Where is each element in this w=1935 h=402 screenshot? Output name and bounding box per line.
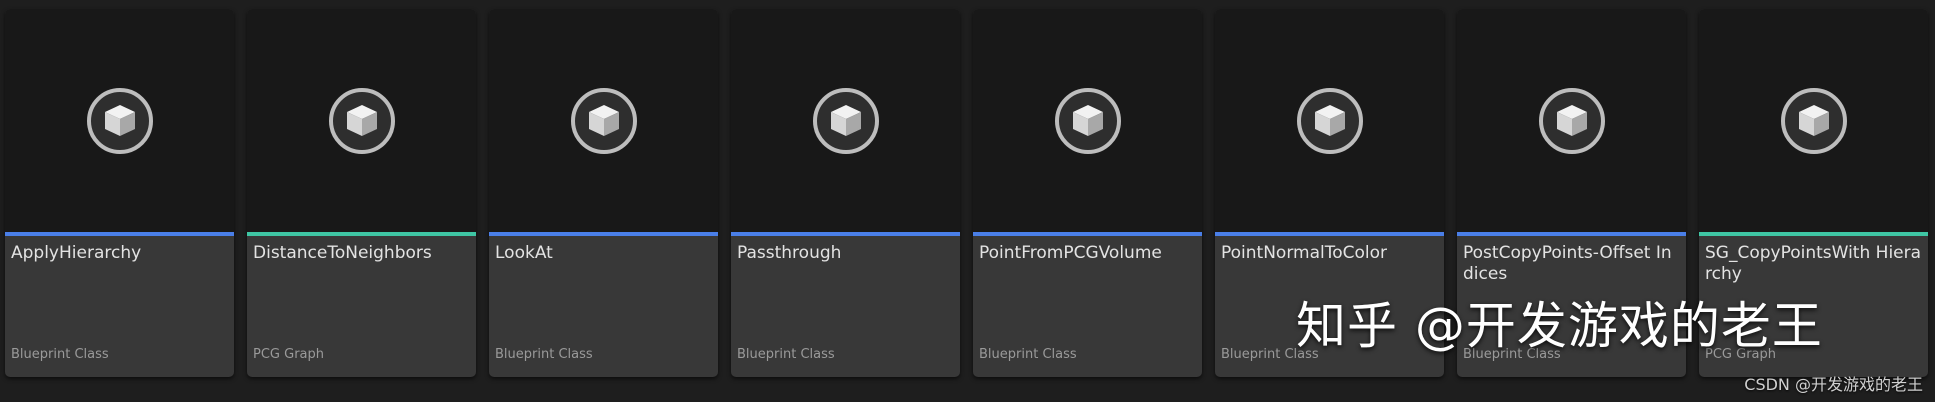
asset-thumbnail xyxy=(489,9,718,232)
asset-thumbnail xyxy=(1457,9,1686,232)
asset-tile[interactable]: DistanceToNeighbors PCG Graph xyxy=(247,9,476,377)
asset-name: PointNormalToColor xyxy=(1221,243,1387,263)
asset-name: DistanceToNeighbors xyxy=(253,243,432,263)
asset-tile[interactable]: ApplyHierarchy Blueprint Class xyxy=(5,9,234,377)
cube-icon xyxy=(570,87,637,154)
asset-name: LookAt xyxy=(495,243,553,263)
asset-name: SG_CopyPointsWith Hierarchy xyxy=(1705,243,1922,284)
cube-icon xyxy=(1296,87,1363,154)
asset-tile[interactable]: PointFromPCGVolume Blueprint Class xyxy=(973,9,1202,377)
asset-info: PointFromPCGVolume Blueprint Class xyxy=(973,236,1202,377)
asset-type: Blueprint Class xyxy=(11,347,109,362)
cube-icon xyxy=(86,87,153,154)
asset-name: ApplyHierarchy xyxy=(11,243,142,263)
asset-type: Blueprint Class xyxy=(979,347,1077,362)
asset-name: Passthrough xyxy=(737,243,842,263)
asset-thumbnail xyxy=(731,9,960,232)
cube-icon xyxy=(1538,87,1605,154)
csdn-watermark: CSDN @开发游戏的老王 xyxy=(1744,375,1923,394)
asset-type: Blueprint Class xyxy=(495,347,593,362)
asset-tile[interactable]: Passthrough Blueprint Class xyxy=(731,9,960,377)
asset-info: DistanceToNeighbors PCG Graph xyxy=(247,236,476,377)
asset-name: PostCopyPoints-Offset Indices xyxy=(1463,243,1672,284)
asset-info: LookAt Blueprint Class xyxy=(489,236,718,377)
asset-thumbnail xyxy=(247,9,476,232)
asset-thumbnail xyxy=(1699,9,1928,232)
asset-name: PointFromPCGVolume xyxy=(979,243,1162,263)
asset-thumbnail xyxy=(5,9,234,232)
asset-info: ApplyHierarchy Blueprint Class xyxy=(5,236,234,377)
content-browser: ApplyHierarchy Blueprint Class DistanceT… xyxy=(0,0,1935,402)
asset-tile[interactable]: LookAt Blueprint Class xyxy=(489,9,718,377)
cube-icon xyxy=(812,87,879,154)
asset-type: PCG Graph xyxy=(253,347,324,362)
cube-icon xyxy=(1780,87,1847,154)
zhihu-watermark: 知乎 @开发游戏的老王 xyxy=(1296,297,1823,355)
asset-info: Passthrough Blueprint Class xyxy=(731,236,960,377)
asset-thumbnail xyxy=(973,9,1202,232)
asset-thumbnail xyxy=(1215,9,1444,232)
asset-type: Blueprint Class xyxy=(737,347,835,362)
cube-icon xyxy=(1054,87,1121,154)
cube-icon xyxy=(328,87,395,154)
